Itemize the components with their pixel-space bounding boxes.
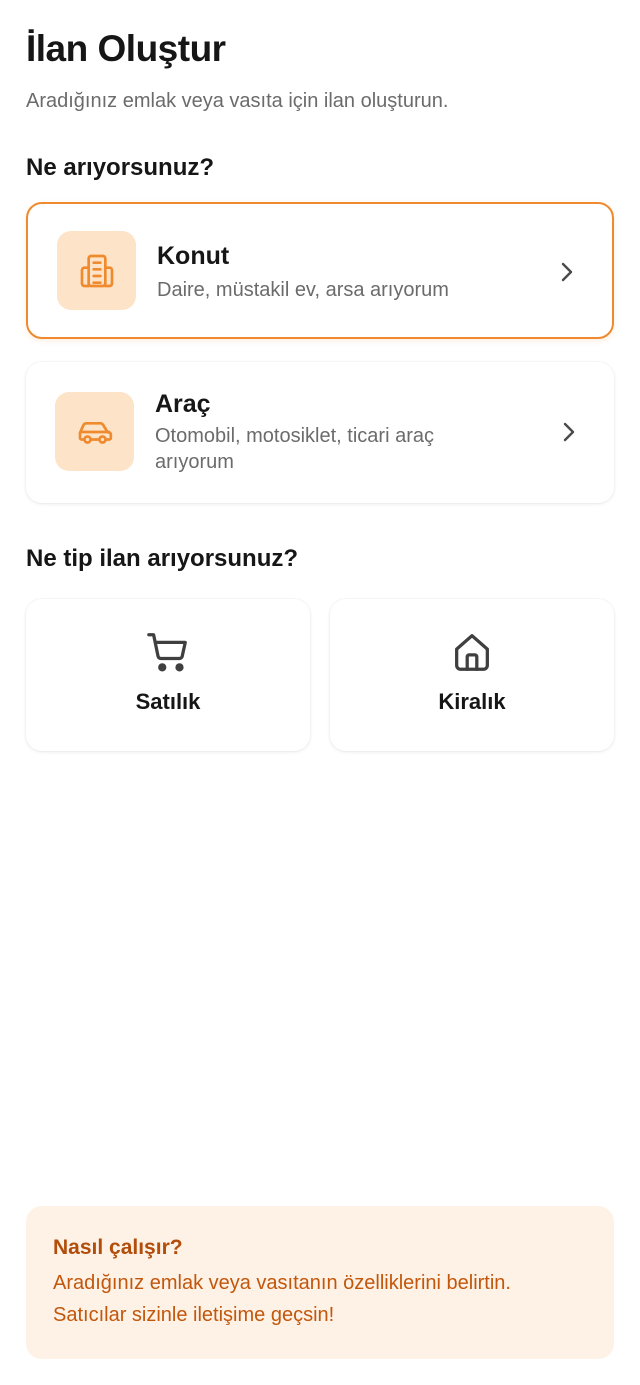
building-icon xyxy=(80,254,113,287)
category-title: Konut xyxy=(157,242,230,270)
info-box: Nasıl çalışır? Aradığınız emlak veya vas… xyxy=(26,1206,614,1359)
shopping-cart-icon xyxy=(147,633,187,672)
page-title: İlan Oluştur xyxy=(26,28,226,69)
car-icon xyxy=(78,421,112,444)
chevron-right-icon xyxy=(561,262,573,282)
category-card-arac[interactable]: Araç Otomobil, motosiklet, ticari araç a… xyxy=(26,362,614,503)
car-icon-box xyxy=(55,392,134,471)
category-card-konut[interactable]: Konut Daire, müstakil ev, arsa arıyorum xyxy=(26,202,614,339)
info-text-line: Satıcılar sizinle iletişime geçsin! xyxy=(53,1304,335,1326)
info-title: Nasıl çalışır? xyxy=(53,1236,183,1259)
category-description: Daire, müstakil ev, arsa arıyorum xyxy=(157,279,449,301)
info-text-line: Aradığınız emlak veya vasıtanın özellikl… xyxy=(53,1272,511,1294)
house-icon xyxy=(455,634,489,671)
type-card-kiralik[interactable]: Kiralık xyxy=(330,599,614,751)
category-section-heading: Ne arıyorsunuz? xyxy=(26,154,215,181)
type-label: Satılık xyxy=(135,689,201,714)
type-card-satilik[interactable]: Satılık xyxy=(26,599,310,751)
type-label: Kiralık xyxy=(438,689,506,714)
page-subtitle: Aradığınız emlak veya vasıta için ilan o… xyxy=(26,90,449,112)
chevron-right-icon xyxy=(563,422,575,442)
category-description: Otomobil, motosiklet, ticari araç arıyor… xyxy=(155,425,434,473)
category-title: Araç xyxy=(155,390,211,418)
building-icon-box xyxy=(57,231,136,310)
type-section-heading: Ne tip ilan arıyorsunuz? xyxy=(26,545,299,572)
